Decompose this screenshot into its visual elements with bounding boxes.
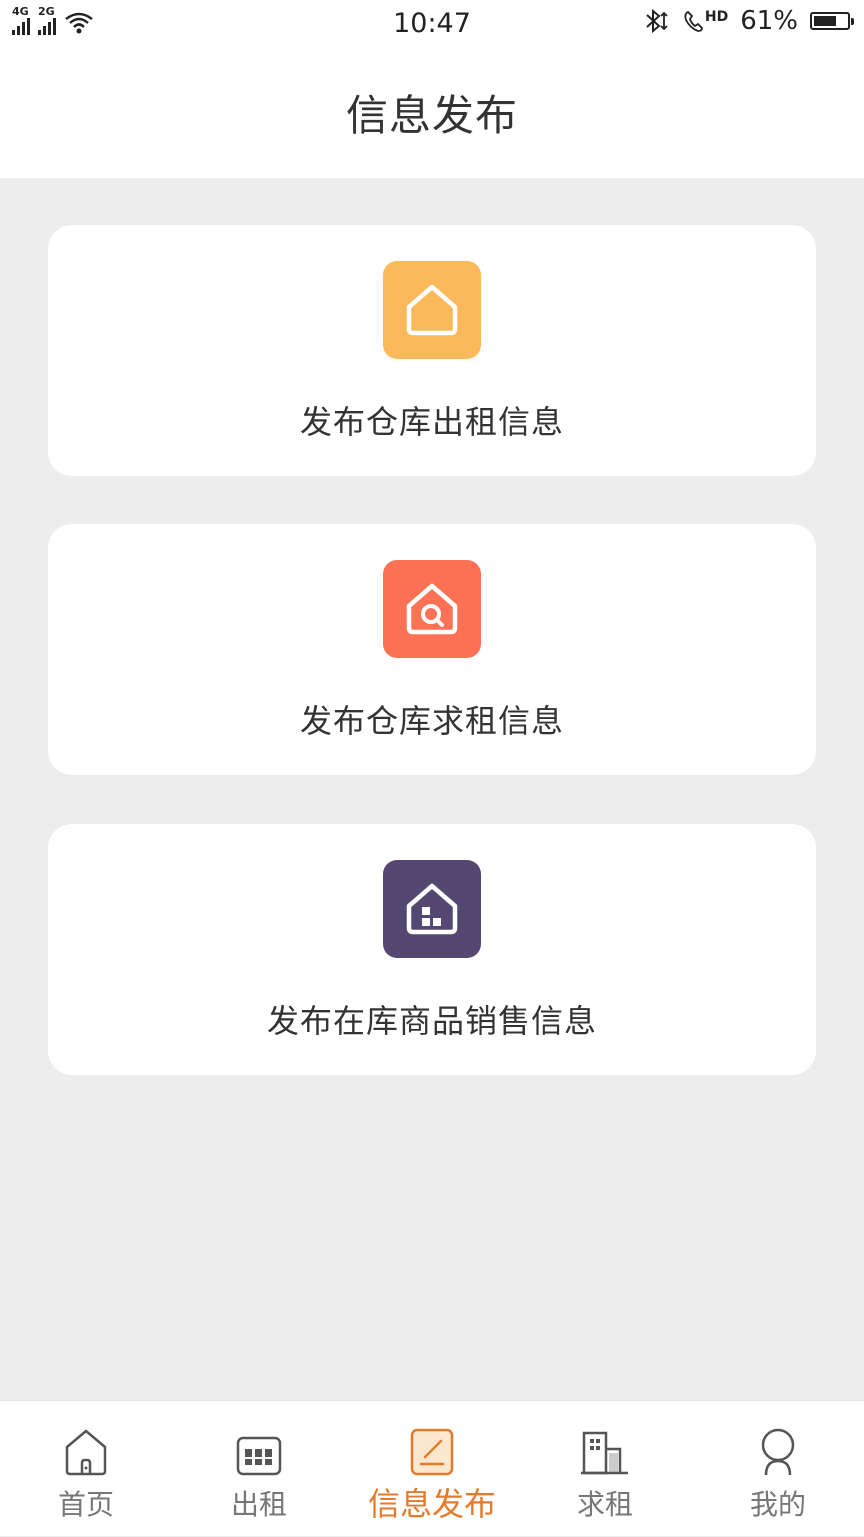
publish-rent-out-label: 发布仓库出租信息 [299, 403, 564, 441]
status-right: HD 61% [641, 6, 854, 36]
tab-rent-out-label: 出租 [230, 1488, 287, 1521]
page-title: 信息发布 [345, 90, 518, 140]
battery-icon [810, 12, 854, 30]
hd-label: HD [704, 9, 729, 25]
warehouse-icon [236, 1436, 282, 1476]
publish-rent-seek-card[interactable]: 发布仓库求租信息 [48, 524, 816, 775]
hd-call-indicator: HD [683, 9, 728, 33]
tab-rent-seek-label: 求租 [576, 1488, 633, 1521]
bluetooth-icon [646, 8, 668, 34]
tab-mine[interactable]: 我的 [692, 1401, 864, 1537]
rent-seek-icon-tile [383, 560, 481, 658]
status-bar: 4G 2G 10:47 HD 61% [0, 0, 864, 46]
house-goods-icon [406, 883, 458, 935]
home-icon [65, 1429, 107, 1476]
tab-rent-out[interactable]: 出租 [173, 1401, 345, 1537]
tab-publish[interactable]: 信息发布 [346, 1401, 518, 1537]
publish-goods-sale-label: 发布在库商品销售信息 [266, 1002, 597, 1040]
publish-rent-seek-label: 发布仓库求租信息 [299, 702, 564, 740]
page-header: 信息发布 [0, 46, 864, 178]
tab-home-label: 首页 [57, 1488, 114, 1521]
bottom-tab-bar: 首页 出租 信息发布 求租 我的 [0, 1400, 864, 1536]
goods-sale-icon-tile [383, 860, 481, 958]
publish-rent-out-card[interactable]: 发布仓库出租信息 [48, 225, 816, 476]
tab-publish-label: 信息发布 [367, 1485, 496, 1523]
rent-out-icon-tile [383, 261, 481, 359]
publish-goods-sale-card[interactable]: 发布在库商品销售信息 [48, 824, 816, 1075]
house-icon [406, 284, 458, 336]
tab-home[interactable]: 首页 [0, 1401, 172, 1537]
tab-rent-seek[interactable]: 求租 [519, 1401, 691, 1537]
user-icon [761, 1428, 795, 1476]
building-icon [581, 1431, 628, 1475]
house-search-icon [406, 583, 458, 635]
tab-mine-label: 我的 [749, 1488, 806, 1521]
phone-call-icon [684, 10, 703, 32]
publish-icon [410, 1428, 454, 1476]
battery-percent: 61% [740, 6, 798, 36]
